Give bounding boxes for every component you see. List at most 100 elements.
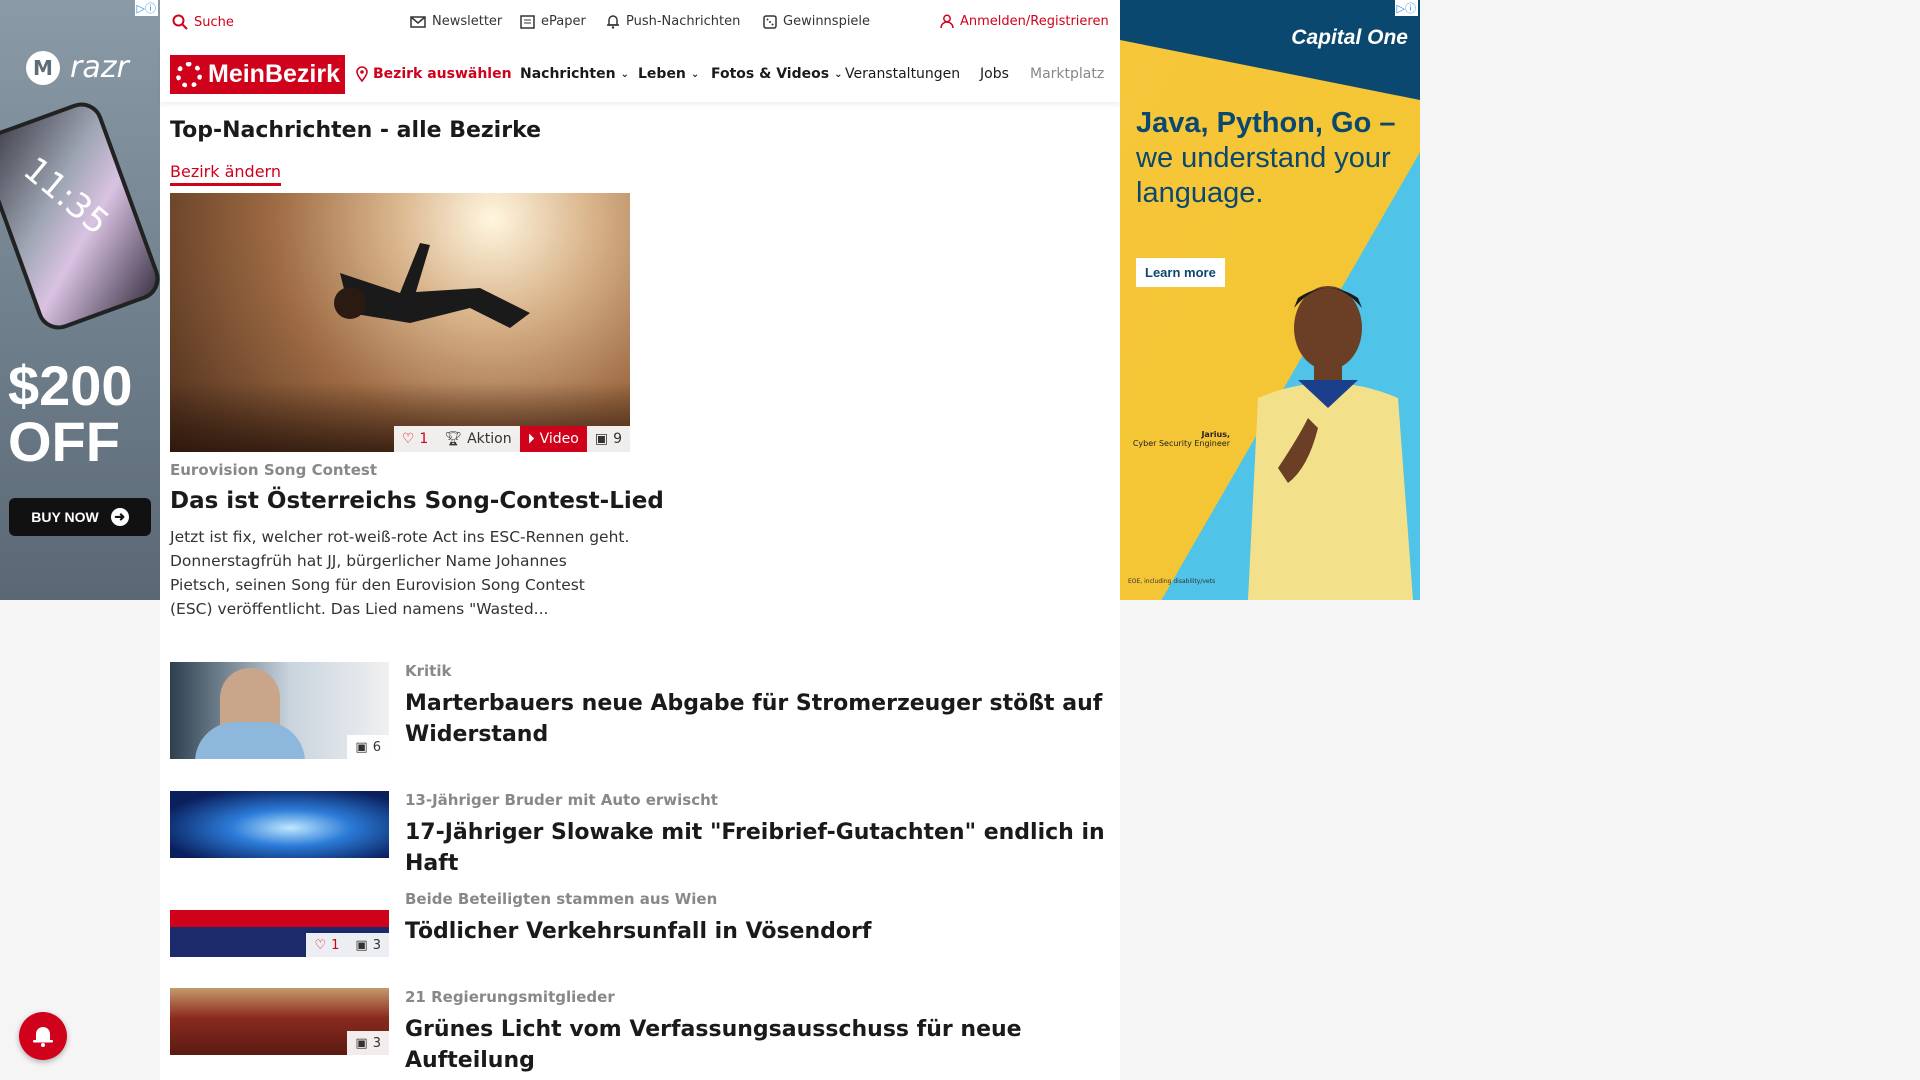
razr-brand: M razr bbox=[26, 50, 129, 85]
thumb-badges: ▣ 3 bbox=[347, 1031, 389, 1055]
logo-text: MeinBezirk bbox=[208, 60, 340, 88]
meinbezirk-logo[interactable]: MeinBezirk bbox=[170, 55, 345, 94]
adchoices-icon[interactable]: ▷ⓘ bbox=[134, 0, 158, 16]
aktion-badge: 🏆︎ Aktion bbox=[436, 426, 520, 452]
list-item[interactable]: ▣ 6 Kritik Marterbauers neue Abgabe für S… bbox=[170, 662, 1110, 760]
article-title-link[interactable]: 17-Jähriger Slowake mit "Freibrief-Gutac… bbox=[405, 817, 1105, 879]
ad-fine-print: EOE, including disability/vets bbox=[1128, 578, 1216, 585]
gallery-badge: ▣ 3 bbox=[347, 1031, 389, 1055]
article-thumbnail[interactable] bbox=[170, 791, 389, 858]
adchoices-icon[interactable]: ▷ⓘ bbox=[1394, 0, 1418, 16]
stage-diver-figure bbox=[334, 243, 530, 328]
nav-fotos-videos-label: Fotos & Videos bbox=[711, 66, 830, 82]
nav-leben-label: Leben bbox=[638, 66, 686, 82]
caption-name: Jarius, bbox=[1201, 430, 1230, 439]
nav-nachrichten-label: Nachrichten bbox=[520, 66, 616, 82]
push-label: Push-Nachrichten bbox=[626, 14, 741, 29]
image-icon: ▣ bbox=[355, 739, 368, 755]
notification-bell-button[interactable] bbox=[19, 1012, 67, 1060]
push-link[interactable]: Push-Nachrichten bbox=[606, 14, 740, 29]
ad-headline-line-1: Java, Python, Go – bbox=[1136, 107, 1396, 139]
image-icon: ▣ bbox=[355, 1035, 368, 1051]
gallery-badge: ▣ 6 bbox=[347, 735, 389, 759]
login-label: Anmelden/Registrieren bbox=[960, 14, 1109, 29]
list-item[interactable]: ▣ 3 21 Regierungsmitglieder Grünes Licht … bbox=[170, 988, 1110, 1073]
likes-count: 1 bbox=[331, 937, 340, 953]
search-link[interactable]: Suche bbox=[172, 14, 234, 30]
hero-title-link[interactable]: Das ist Österreichs Song-Contest-Lied bbox=[170, 488, 664, 514]
hero-image[interactable]: ♡ 1 🏆︎ Aktion ⏵ Video ▣ 9 bbox=[170, 193, 630, 452]
login-link[interactable]: Anmelden/Registrieren bbox=[940, 14, 1109, 29]
article-category: 13-Jähriger Bruder mit Auto erwischt bbox=[405, 791, 718, 809]
epaper-link[interactable]: ePaper bbox=[520, 14, 586, 29]
list-item[interactable]: 13-Jähriger Bruder mit Auto erwischt 17-… bbox=[170, 791, 1110, 876]
ad-headline: Java, Python, Go – we understand your la… bbox=[1136, 106, 1406, 211]
thumb-badges: ▣ 6 bbox=[347, 735, 389, 759]
video-label: Video bbox=[539, 431, 579, 447]
article-title-link[interactable]: Grünes Licht vom Verfassungsausschuss fü… bbox=[405, 1014, 1105, 1076]
images-count: 3 bbox=[372, 937, 381, 953]
nav-leben[interactable]: Leben ⌄ bbox=[638, 66, 699, 82]
user-icon bbox=[940, 14, 954, 29]
chevron-down-icon: ⌄ bbox=[690, 68, 700, 80]
images-count: 6 bbox=[372, 739, 381, 755]
phone-image: 11:35 bbox=[0, 96, 160, 336]
promo-amount: $200 bbox=[8, 354, 133, 417]
article-thumbnail[interactable]: ♡ 1 ▣ 3 bbox=[170, 890, 389, 957]
nav-marktplatz-label: Marktplatz bbox=[1030, 66, 1105, 82]
article-category: Kritik bbox=[405, 662, 452, 680]
promo-text: $200 OFF bbox=[8, 358, 133, 470]
location-pin-icon bbox=[356, 66, 368, 82]
play-icon: ⏵ bbox=[527, 431, 535, 447]
nav-jobs[interactable]: Jobs bbox=[980, 66, 1009, 82]
image-icon: ▣ bbox=[355, 937, 368, 953]
nav-veranstaltungen[interactable]: Veranstaltungen bbox=[845, 66, 960, 82]
chevron-down-icon: ⌄ bbox=[620, 68, 629, 80]
likes-badge[interactable]: ♡ 1 bbox=[306, 933, 348, 957]
article-thumbnail[interactable]: ▣ 3 bbox=[170, 988, 389, 1055]
ad-headline-line-2: we understand your language. bbox=[1136, 142, 1391, 209]
nav-veranstaltungen-label: Veranstaltungen bbox=[845, 66, 961, 82]
bezirk-aendern-link[interactable]: Bezirk ändern bbox=[170, 162, 281, 186]
trophy-icon: 🏆︎ bbox=[444, 431, 463, 447]
newsletter-link[interactable]: Newsletter bbox=[410, 14, 502, 29]
likes-count: 1 bbox=[419, 431, 429, 447]
heart-icon: ♡ bbox=[401, 431, 415, 447]
gallery-badge: ▣ 3 bbox=[347, 933, 389, 957]
chevron-down-icon: ⌄ bbox=[834, 68, 843, 80]
article-category: 21 Regierungsmitglieder bbox=[405, 988, 615, 1006]
nav-fotos-videos[interactable]: Fotos & Videos ⌄ bbox=[711, 66, 842, 82]
article-title-link[interactable]: Tödlicher Verkehrsunfall in Vösendorf bbox=[405, 916, 1105, 947]
learn-more-button[interactable]: Learn more bbox=[1136, 258, 1225, 287]
likes-badge[interactable]: ♡ 1 bbox=[393, 426, 437, 452]
bell-icon bbox=[33, 1027, 53, 1047]
list-item[interactable]: ♡ 1 ▣ 3 Beide Beteiligten stammen aus Wien… bbox=[170, 890, 1110, 958]
thumb-badges: ♡ 1 ▣ 3 bbox=[306, 933, 389, 957]
search-label: Suche bbox=[194, 14, 234, 30]
gewinnspiele-link[interactable]: Gewinnspiele bbox=[763, 14, 870, 29]
article-thumbnail[interactable]: ▣ 6 bbox=[170, 662, 389, 759]
top-utility-bar: Suche Newsletter ePaper Push-Nachrichten… bbox=[160, 0, 1120, 44]
buy-now-button[interactable]: BUY NOW ➜ bbox=[9, 498, 151, 536]
ad-caption: Jarius, Cyber Security Engineer bbox=[1130, 430, 1230, 448]
arrow-right-icon: ➜ bbox=[110, 508, 129, 526]
newspaper-icon bbox=[520, 14, 535, 29]
nav-marktplatz[interactable]: Marktplatz bbox=[1030, 66, 1104, 82]
mail-icon bbox=[410, 15, 426, 28]
bezirk-select[interactable]: Bezirk auswählen bbox=[356, 66, 512, 82]
razr-wordmark: razr bbox=[70, 50, 129, 85]
article-title-link[interactable]: Marterbauers neue Abgabe für Stromerzeug… bbox=[405, 688, 1105, 750]
main-column: Suche Newsletter ePaper Push-Nachrichten… bbox=[160, 0, 1120, 1080]
buy-now-label: BUY NOW bbox=[31, 509, 99, 525]
dice-icon bbox=[763, 14, 777, 29]
nav-nachrichten[interactable]: Nachrichten ⌄ bbox=[520, 66, 629, 82]
motorola-logo-icon: M bbox=[26, 50, 60, 85]
heart-icon: ♡ bbox=[314, 937, 327, 953]
caption-role: Cyber Security Engineer bbox=[1132, 439, 1230, 448]
hero-teaser-text: Jetzt ist fix, welcher rot-weiß-rote Act… bbox=[170, 528, 630, 618]
ad-left-razr[interactable]: ▷ⓘ M razr 11:35 $200 OFF BUY NOW ➜ bbox=[0, 0, 160, 600]
ad-right-capital-one[interactable]: ▷ⓘ Capital One Java, Python, Go – we und… bbox=[1120, 0, 1420, 600]
epaper-label: ePaper bbox=[541, 14, 586, 29]
page-title: Top-Nachrichten - alle Bezirke bbox=[170, 118, 542, 143]
video-badge: ⏵ Video bbox=[519, 426, 587, 452]
